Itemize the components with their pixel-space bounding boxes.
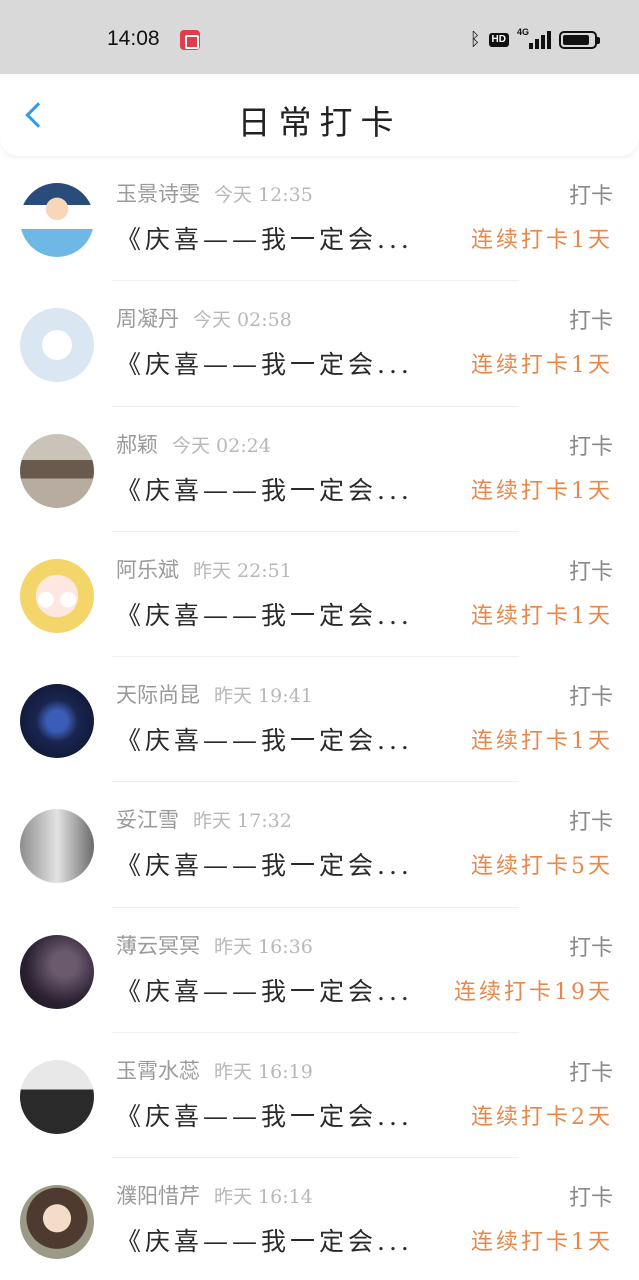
list-item[interactable]: 郝颖 今天 02:24 打卡 《庆喜——我一定会... 连续打卡1天 [0, 407, 639, 533]
checkin-list: 玉景诗雯 今天 12:35 打卡 《庆喜——我一定会... 连续打卡1天 周凝丹今… [0, 156, 639, 1280]
user-name: 妥江雪 [116, 808, 179, 833]
checkin-time: 今天 12:35 [214, 184, 313, 206]
checkin-action: 打卡 [568, 685, 613, 711]
checkin-time: 昨天 19:41 [214, 685, 313, 708]
checkin-action: 打卡 [568, 184, 613, 209]
user-info: 玉景诗雯 今天 12:35 [116, 178, 313, 208]
checkin-time: 昨天 16:36 [214, 935, 313, 958]
hd-icon: HD [488, 33, 509, 47]
checkin-action: 打卡 [568, 434, 613, 460]
avatar[interactable] [20, 934, 94, 1009]
checkin-time: 昨天 22:51 [193, 559, 292, 582]
4g-signal-icon: 4G [517, 27, 551, 51]
checkin-action: 打卡 [568, 559, 613, 585]
list-item[interactable]: 玉景诗雯 今天 12:35 打卡 《庆喜——我一定会... 连续打卡1天 [0, 156, 639, 282]
user-name: 濮阳惜芹 [116, 1184, 200, 1209]
list-item[interactable]: 濮阳惜芹 昨天 16:14 打卡 《庆喜——我一定会... 连续打卡1天 [0, 1158, 639, 1280]
status-bar: 14:08 ᛒ HD 4G [0, 0, 639, 74]
user-name: 天际尚昆 [116, 683, 200, 708]
checkin-time: 昨天 16:14 [214, 1186, 313, 1209]
checkin-action: 打卡 [568, 1186, 613, 1212]
checkin-content: 《庆喜——我一定会... [116, 976, 413, 1006]
streak-label: 连续打卡1天 [471, 603, 613, 629]
user-name: 阿乐斌 [116, 557, 179, 582]
screen-record-icon [180, 30, 200, 50]
avatar[interactable] [20, 183, 94, 257]
page-title: 日常打卡 [237, 103, 402, 142]
user-name: 玉霄水蕊 [116, 1059, 200, 1084]
status-time: 14:08 [107, 27, 160, 50]
user-info: 玉霄水蕊 昨天 16:19 [116, 1055, 313, 1085]
user-info: 濮阳惜芹 昨天 16:14 [116, 1180, 313, 1210]
avatar[interactable] [20, 1185, 94, 1260]
bluetooth-icon: ᛒ [469, 29, 481, 50]
user-info: 周凝丹 今天 02:58 [116, 303, 292, 333]
streak-label: 连续打卡1天 [471, 729, 613, 755]
avatar[interactable] [20, 433, 94, 508]
checkin-content: 《庆喜——我一定会... [116, 726, 413, 756]
user-info: 妥江雪 昨天 17:32 [116, 804, 292, 834]
user-name: 玉景诗雯 [116, 182, 200, 206]
user-info: 薄云冥冥 昨天 16:36 [116, 930, 313, 960]
user-name: 薄云冥冥 [116, 933, 200, 958]
battery-icon [559, 31, 600, 49]
avatar[interactable] [20, 308, 94, 383]
list-item[interactable]: 阿乐斌 昨天 22:51 打卡 《庆喜——我一定会... 连续打卡1天 [0, 532, 639, 658]
checkin-time: 昨天 17:32 [193, 810, 292, 833]
list-item[interactable]: 妥江雪 昨天 17:32 打卡 《庆喜——我一定会... 连续打卡5天 [0, 782, 639, 909]
list-item[interactable]: 玉霄水蕊 昨天 16:19 打卡 《庆喜——我一定会... 连续打卡2天 [0, 1033, 639, 1159]
checkin-action: 打卡 [568, 810, 613, 836]
avatar[interactable] [20, 809, 94, 884]
streak-label: 连续打卡1天 [471, 228, 613, 253]
checkin-content: 《庆喜——我一定会... [116, 475, 413, 505]
checkin-content: 《庆喜——我一定会... [116, 600, 413, 630]
user-info: 天际尚昆 昨天 19:41 [116, 679, 313, 709]
list-item[interactable]: 天际尚昆 昨天 19:41 打卡 《庆喜——我一定会... 连续打卡1天 [0, 657, 639, 783]
streak-label: 连续打卡1天 [471, 478, 613, 504]
list-item[interactable]: 薄云冥冥 昨天 16:36 打卡 《庆喜——我一定会... 连续打卡19天 [0, 908, 639, 1034]
checkin-content: 《庆喜——我一定会... [116, 350, 413, 380]
checkin-content: 《庆喜——我一定会... [116, 1102, 413, 1132]
streak-label: 连续打卡1天 [471, 1230, 613, 1256]
checkin-action: 打卡 [568, 1061, 613, 1087]
nav-header: 日常打卡 [0, 74, 639, 156]
streak-label: 连续打卡2天 [471, 1105, 613, 1131]
user-info: 郝颖 今天 02:24 [116, 429, 271, 459]
avatar[interactable] [20, 558, 94, 633]
user-name: 郝颖 [116, 432, 158, 457]
checkin-content: 《庆喜——我一定会... [116, 851, 413, 881]
checkin-content: 《庆喜——我一定会... [116, 1227, 413, 1257]
checkin-time: 今天 02:24 [172, 434, 271, 457]
streak-label: 连续打卡1天 [471, 353, 613, 379]
avatar[interactable] [20, 684, 94, 759]
streak-label: 连续打卡5天 [471, 854, 613, 880]
checkin-action: 打卡 [568, 309, 613, 335]
user-name: 周凝丹 [116, 307, 179, 332]
checkin-time: 昨天 16:19 [214, 1061, 313, 1084]
avatar[interactable] [20, 1060, 94, 1135]
streak-label: 连续打卡19天 [454, 979, 613, 1005]
status-icons: ᛒ HD 4G [469, 27, 600, 52]
user-info: 阿乐斌 昨天 22:51 [116, 554, 292, 584]
list-item[interactable]: 周凝丹 今天 02:58 打卡 《庆喜——我一定会... 连续打卡1天 [0, 281, 639, 407]
checkin-time: 今天 02:58 [193, 309, 292, 332]
checkin-content: 《庆喜——我一定会... [116, 225, 413, 254]
checkin-action: 打卡 [568, 935, 613, 961]
